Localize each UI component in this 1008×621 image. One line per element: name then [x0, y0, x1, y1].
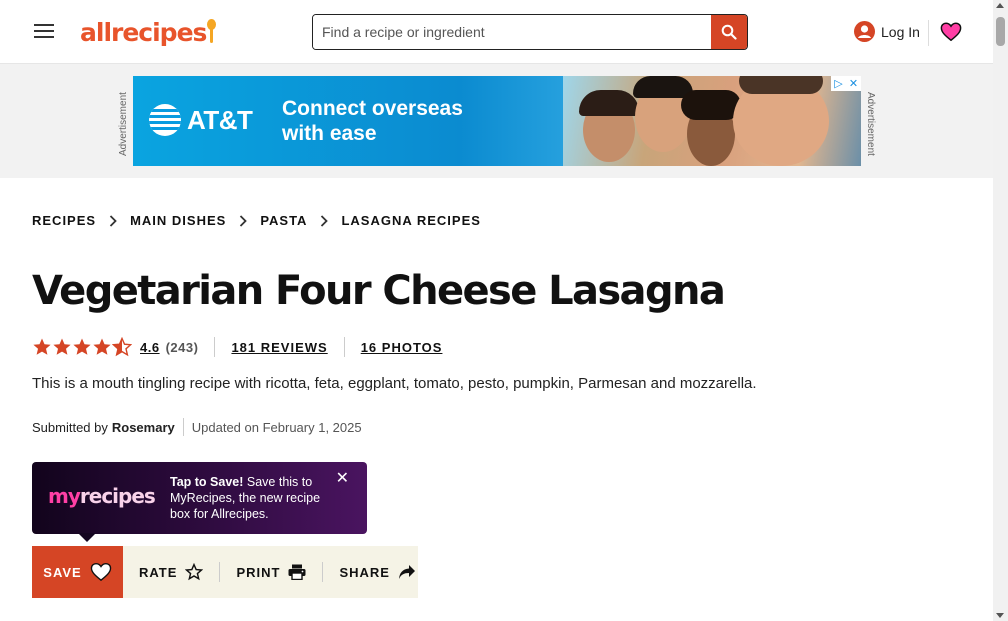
divider	[182, 418, 184, 436]
submitted-by-label: Submitted by	[32, 419, 108, 435]
scroll-thumb[interactable]	[996, 17, 1005, 46]
myrecipes-logo-my: my	[48, 484, 81, 508]
rating-row: 4.6 (243) 181 REVIEWS 16 PHOTOS	[32, 336, 442, 358]
chevron-right-icon	[239, 214, 248, 227]
rating-value[interactable]: 4.6	[140, 340, 160, 355]
saved-recipes-button[interactable]	[940, 21, 962, 43]
share-arrow-icon	[398, 565, 415, 579]
ad-headline-line1: Connect overseas	[282, 97, 463, 120]
photos-link[interactable]: 16 PHOTOS	[361, 340, 443, 355]
ad-label-left: Advertisement	[118, 92, 129, 156]
print-label: PRINT	[236, 564, 281, 580]
promo-text: Tap to Save! Save this to MyRecipes, the…	[170, 474, 338, 522]
allrecipes-logo[interactable]: allrecipes	[80, 16, 217, 48]
login-label: Log In	[881, 23, 920, 40]
ad-container: Advertisement AT&T Connect overseas with…	[0, 64, 993, 178]
myrecipes-promo: myrecipes Tap to Save! Save this to MyRe…	[32, 462, 367, 542]
author-link[interactable]: Rosemary	[112, 420, 175, 435]
user-icon	[854, 21, 875, 42]
divider	[322, 562, 324, 582]
search-button[interactable]	[711, 15, 747, 49]
save-button[interactable]: SAVE	[32, 546, 123, 598]
att-logo: AT&T	[149, 104, 253, 136]
promo-tap-to-save: Tap to Save!	[170, 475, 244, 489]
login-button[interactable]: Log In	[854, 21, 920, 42]
breadcrumb-main-dishes[interactable]: MAIN DISHES	[130, 213, 226, 228]
divider	[219, 562, 221, 582]
att-globe-icon	[149, 104, 181, 136]
byline: Submitted by Rosemary Updated on Februar…	[32, 418, 362, 436]
heart-icon	[940, 22, 962, 42]
page-scrollbar[interactable]	[993, 0, 1008, 621]
search-icon	[721, 24, 737, 40]
menu-icon[interactable]	[34, 24, 54, 40]
breadcrumb: RECIPES MAIN DISHES PASTA LASAGNA RECIPE…	[32, 213, 481, 228]
chevron-right-icon	[109, 214, 117, 227]
recipe-action-bar: SAVE RATE PRINT SHARE	[32, 546, 418, 598]
breadcrumb-pasta[interactable]: PASTA	[260, 213, 307, 228]
divider	[214, 337, 216, 357]
rate-button[interactable]: RATE	[139, 563, 204, 581]
star-full-icon	[53, 338, 71, 355]
page-title: Vegetarian Four Cheese Lasagna	[32, 268, 726, 314]
search-input[interactable]	[313, 15, 711, 49]
star-outline-icon	[185, 563, 204, 581]
ad-brand: AT&T	[187, 104, 253, 135]
divider	[343, 337, 345, 357]
ad-close-icon[interactable]: ✕	[846, 76, 861, 91]
ad-label-right: Advertisement	[865, 92, 876, 156]
ad-choices-icon[interactable]: ▷	[831, 76, 846, 91]
recipe-description: This is a mouth tingling recipe with ric…	[32, 375, 757, 392]
star-full-icon	[93, 338, 111, 355]
reviews-link[interactable]: 181 REVIEWS	[231, 340, 327, 355]
rating-count: (243)	[165, 339, 199, 355]
star-full-icon	[33, 338, 51, 355]
share-label: SHARE	[339, 564, 390, 580]
site-header: allrecipes Log In	[0, 0, 993, 64]
save-label: SAVE	[43, 564, 82, 580]
rate-label: RATE	[139, 564, 178, 580]
ad-photo	[563, 76, 861, 166]
scroll-up-arrow-icon[interactable]	[996, 3, 1004, 8]
chevron-right-icon	[320, 214, 329, 227]
star-full-icon	[73, 338, 91, 355]
share-button[interactable]: SHARE	[339, 564, 416, 580]
ad-banner[interactable]: AT&T Connect overseas with ease ▷ ✕	[133, 76, 861, 166]
search-bar	[312, 14, 748, 50]
breadcrumb-lasagna-recipes[interactable]: LASAGNA RECIPES	[341, 213, 480, 228]
printer-icon	[288, 564, 306, 580]
star-half-icon	[112, 337, 132, 357]
print-button[interactable]: PRINT	[236, 564, 306, 580]
updated-date: Updated on February 1, 2025	[191, 419, 362, 435]
spoon-icon	[207, 19, 217, 45]
ad-headline: Connect overseas with ease	[282, 96, 502, 146]
logo-text: allrecipes	[80, 17, 207, 47]
close-icon[interactable]: ✕	[336, 471, 349, 487]
heart-outline-icon	[90, 562, 111, 582]
header-divider	[928, 20, 929, 46]
breadcrumb-recipes[interactable]: RECIPES	[32, 213, 96, 228]
ad-headline-line2: with ease	[282, 122, 377, 145]
star-rating[interactable]	[32, 337, 132, 357]
ad-controls: ▷ ✕	[831, 76, 861, 91]
myrecipes-logo: myrecipes	[48, 484, 156, 508]
scroll-down-arrow-icon[interactable]	[996, 613, 1004, 618]
myrecipes-logo-recipes: recipes	[79, 484, 156, 508]
